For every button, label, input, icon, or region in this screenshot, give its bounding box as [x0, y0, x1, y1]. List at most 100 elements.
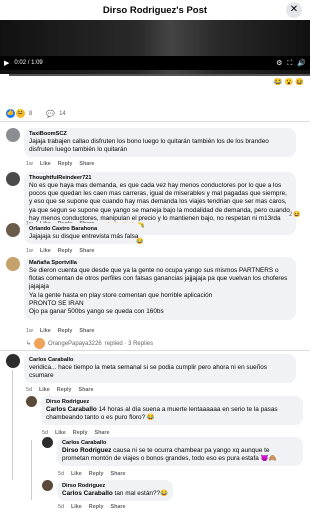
mention[interactable]: Dirso Rodriguez: [62, 447, 111, 454]
avatar[interactable]: [6, 128, 20, 142]
reply-button[interactable]: Reply: [73, 430, 88, 436]
mention[interactable]: Carlos Caraballo: [46, 406, 97, 413]
share-button[interactable]: Share: [94, 430, 109, 436]
comment-text: Dirso Rodriguez causa ni se te ocurra ch…: [62, 446, 277, 463]
avatar[interactable]: [42, 480, 53, 491]
post-stats: 👍 😆 8 💬 14: [0, 106, 310, 122]
share-button[interactable]: Share: [79, 328, 94, 334]
share-button[interactable]: Share: [110, 471, 125, 477]
like-icon: 👍: [6, 109, 15, 118]
comment-time[interactable]: 5d: [42, 430, 48, 436]
comment-bubble: Carlos Caraballo Dirso Rodriguez causa n…: [57, 437, 303, 467]
reply-button[interactable]: Reply: [58, 161, 73, 167]
reply-comment: Dirso Rodriguez Carlos Caraballo tan mal…: [42, 480, 174, 502]
comment-text: PRONTO SE IRAN: [29, 300, 84, 308]
reaction-picker: 😂 😮 😆: [0, 76, 310, 88]
mention[interactable]: Carlos Caraballo: [62, 490, 113, 497]
reply-comment: Carlos Caraballo Dirso Rodriguez causa n…: [42, 437, 303, 467]
like-button[interactable]: Like: [39, 387, 50, 393]
comment-time[interactable]: 1w: [26, 161, 33, 167]
comment-author[interactable]: Carlos Caraballo: [62, 440, 298, 447]
reply-button[interactable]: Reply: [58, 328, 73, 334]
video-time: 0:02 / 1:09: [14, 60, 43, 66]
haha-icon: 😆: [16, 109, 25, 118]
haha-icon: 😆: [293, 212, 301, 218]
volume-icon[interactable]: 🔊: [297, 60, 306, 67]
like-button[interactable]: Like: [71, 504, 82, 510]
reactions-count[interactable]: 8: [29, 111, 32, 117]
reaction-emoji[interactable]: 😆: [295, 78, 304, 86]
comment-bubble: Mañaña Sportvilla Se dieron cuenta que d…: [24, 257, 296, 320]
comment-time[interactable]: 5d: [58, 471, 64, 477]
comment-time[interactable]: 1w: [26, 248, 33, 254]
reply-author: OrangePapaya3226: [48, 340, 102, 347]
reply-button[interactable]: Reply: [89, 471, 104, 477]
comment-bubble: Dirso Rodriguez Carlos Caraballo tan mal…: [57, 480, 174, 502]
reply-button[interactable]: Reply: [57, 387, 72, 393]
replies-count: replied · 3 Replies: [104, 340, 154, 347]
comment-author[interactable]: Dirso Rodriguez: [62, 483, 168, 490]
avatar[interactable]: [6, 223, 20, 237]
reply-button[interactable]: Reply: [58, 248, 73, 254]
share-button[interactable]: Share: [78, 387, 93, 393]
post-header: Dirso Rodriguez's Post ✕: [0, 0, 310, 20]
reply-button[interactable]: Reply: [89, 504, 104, 510]
avatar: [34, 338, 46, 349]
comment-text: Carlos Caraballo tan mal están??😂: [62, 489, 169, 497]
close-icon[interactable]: ✕: [286, 2, 302, 18]
share-button[interactable]: Share: [79, 248, 94, 254]
settings-icon[interactable]: ⚙: [276, 60, 282, 67]
comment-time[interactable]: 1w: [26, 328, 33, 334]
page-title: Dirso Rodriguez's Post: [102, 4, 208, 16]
thread-line: [31, 440, 32, 500]
comment-author[interactable]: Dirso Rodriguez: [46, 399, 298, 406]
comment-icon: 💬: [46, 110, 56, 118]
comment-actions: 5d Like Reply Share: [58, 504, 125, 510]
comment-time[interactable]: 5d: [58, 504, 64, 510]
comment-author[interactable]: Carlos Caraballo: [29, 357, 291, 364]
avatar[interactable]: [42, 437, 53, 448]
avatar[interactable]: [6, 172, 20, 186]
like-button[interactable]: Like: [40, 161, 51, 167]
play-icon[interactable]: ▶: [4, 60, 9, 67]
share-button[interactable]: Share: [110, 504, 125, 510]
comments-count[interactable]: 14: [59, 111, 66, 117]
reaction-emoji: 😂: [136, 239, 144, 245]
comment-time[interactable]: 5d: [26, 387, 32, 393]
view-replies-link[interactable]: ↳ OrangePapaya3226 replied · 3 Replies: [26, 338, 153, 349]
like-button[interactable]: Like: [40, 328, 51, 334]
comment-text: Jajajaja su disque entrevista más falsa: [29, 232, 139, 240]
divider: [0, 350, 310, 351]
reaction-badge[interactable]: 2 😆: [289, 211, 301, 219]
avatar[interactable]: [6, 354, 20, 368]
share-button[interactable]: Share: [79, 161, 94, 167]
comment-actions: 5d Like Reply Share: [42, 430, 109, 436]
reaction-badge[interactable]: 😂: [136, 238, 143, 245]
comment-actions: 1w Like Reply Share: [26, 328, 94, 334]
fullscreen-icon[interactable]: ⛶: [287, 60, 292, 67]
avatar[interactable]: [6, 257, 20, 271]
comment-author[interactable]: ThoughtfulReindeer721: [29, 175, 291, 182]
comment-actions: 5d Like Reply Share: [26, 387, 93, 393]
video-controls: ▶ 0:02 / 1:09 ⚙ ⛶ 🔊: [0, 56, 310, 70]
comment-actions: 1w Like Reply Share: [26, 161, 94, 167]
comment-text: Ya la gente hasta en play store comentan…: [29, 291, 213, 299]
comment: Mañaña Sportvilla Se dieron cuenta que d…: [6, 257, 296, 320]
comment-actions: 5d Like Reply Share: [58, 471, 125, 477]
avatar[interactable]: [26, 396, 37, 407]
reaction-icons: 👍 😆: [6, 109, 25, 118]
comment: TaxiBoomSCZ Jajaja trabajen callao disfr…: [6, 128, 296, 158]
comment: Carlos Caraballo veridica... hace tiempo…: [6, 354, 296, 384]
reaction-emoji[interactable]: 😮: [285, 78, 294, 86]
thread-line: [12, 370, 13, 480]
comment-author[interactable]: TaxiBoomSCZ: [29, 131, 291, 138]
comment-author[interactable]: Mañaña Sportvilla: [29, 260, 291, 267]
like-button[interactable]: Like: [55, 430, 66, 436]
reaction-count: 2: [289, 211, 293, 218]
like-button[interactable]: Like: [40, 248, 51, 254]
reaction-emoji[interactable]: 😂: [274, 78, 283, 86]
comment-text: Se dieron cuenta que desde que ya la gen…: [29, 266, 288, 291]
comment-author[interactable]: Orlando Castro Barahona: [29, 226, 138, 233]
comment-actions: 1w Like Reply Share: [26, 248, 94, 254]
like-button[interactable]: Like: [71, 471, 82, 477]
